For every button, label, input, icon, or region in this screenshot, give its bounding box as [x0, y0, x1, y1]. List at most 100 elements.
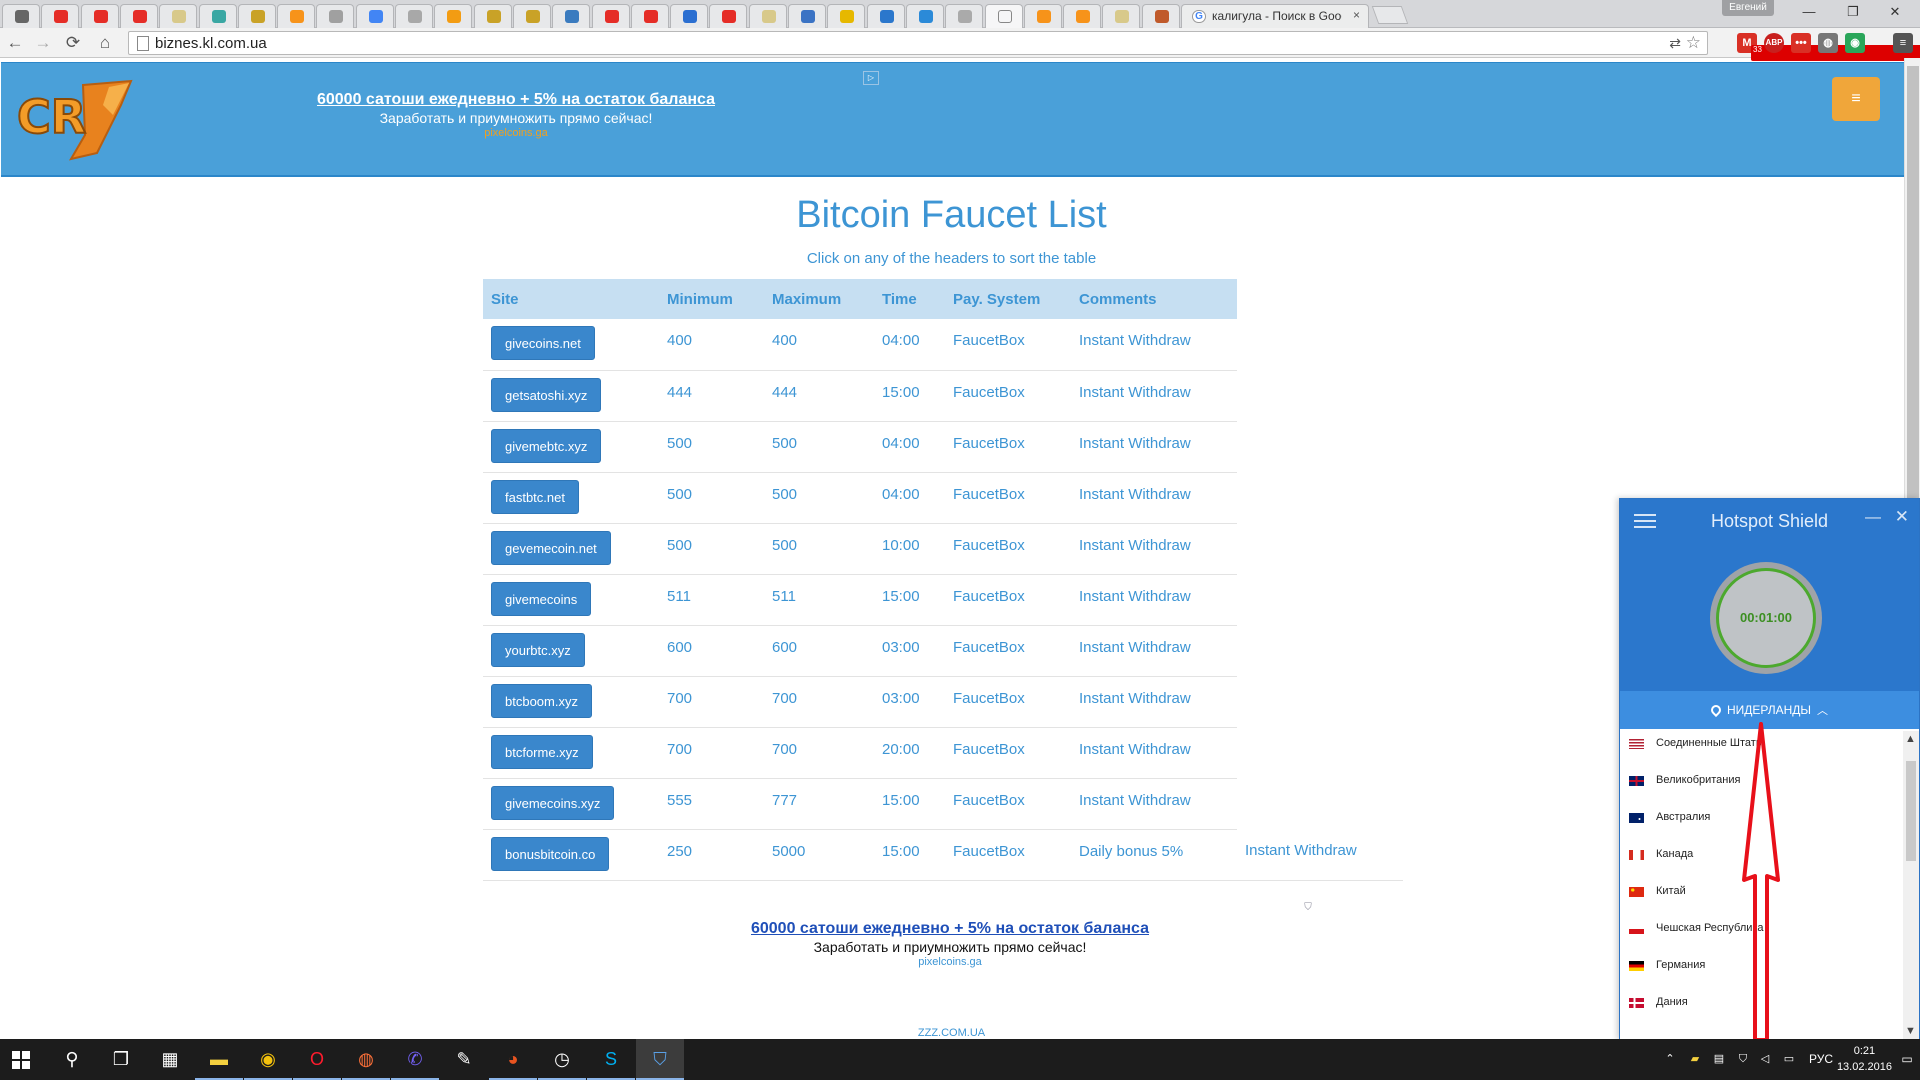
site-link-button[interactable]: bonusbitcoin.co: [491, 836, 610, 871]
start-button[interactable]: [12, 1051, 30, 1069]
browser-tab[interactable]: [984, 4, 1023, 28]
site-link-button[interactable]: getsatoshi.xyz: [491, 377, 602, 412]
reload-button[interactable]: ⟳: [62, 32, 84, 54]
browser-tab[interactable]: [670, 4, 709, 28]
browser-tab[interactable]: [591, 4, 630, 28]
url-text[interactable]: biznes.kl.com.ua: [155, 35, 267, 52]
tab-close-icon[interactable]: ×: [1353, 8, 1360, 22]
tray-folder-icon[interactable]: ▰: [1686, 1039, 1704, 1080]
column-header-time[interactable]: Time: [874, 279, 945, 319]
site-link-button[interactable]: fastbtc.net: [491, 479, 579, 514]
site-link-button[interactable]: yourbtc.xyz: [491, 632, 585, 667]
browser-tab[interactable]: [41, 4, 80, 28]
browser-tab[interactable]: [552, 4, 591, 28]
site-link-button[interactable]: givemecoins: [491, 581, 592, 616]
browser-tab[interactable]: [159, 4, 198, 28]
browser-tab[interactable]: [905, 4, 944, 28]
bottom-ad-link[interactable]: 60000 сатоши ежедневно + 5% на остаток б…: [700, 920, 1200, 938]
taskbar-clock[interactable]: 0:21 13.02.2016: [1837, 1043, 1892, 1075]
site-logo[interactable]: CR: [13, 75, 139, 165]
translate-icon[interactable]: ⇄: [1669, 35, 1681, 52]
column-header-minimum[interactable]: Minimum: [659, 279, 764, 319]
hotspot-shield-close-button[interactable]: ✕: [1895, 507, 1909, 527]
browser-tab[interactable]: [355, 4, 394, 28]
site-link-button[interactable]: givemebtc.xyz: [491, 428, 602, 463]
browser-tab[interactable]: [395, 4, 433, 28]
browser-tab-google-search[interactable]: Gкалигула - Поиск в Googl ×: [1181, 4, 1369, 28]
address-bar[interactable]: biznes.kl.com.ua ⇄ ☆: [128, 31, 1708, 55]
hotspot-shield-minimize-button[interactable]: —: [1865, 509, 1881, 527]
firefox-taskbar-icon[interactable]: ◍: [342, 1039, 390, 1080]
browser-tab[interactable]: [473, 4, 512, 28]
browser-tab[interactable]: [866, 4, 905, 28]
notifications-icon[interactable]: ▭: [1898, 1039, 1916, 1080]
opera-taskbar-icon[interactable]: O: [293, 1039, 341, 1080]
browser-tab[interactable]: [1023, 4, 1062, 28]
tray-volume-icon[interactable]: ◁: [1756, 1039, 1774, 1080]
home-button[interactable]: ⌂: [94, 32, 116, 54]
color-app-taskbar-icon[interactable]: ◕: [489, 1039, 537, 1080]
browser-tab[interactable]: [198, 4, 237, 28]
header-ad-link[interactable]: 60000 сатоши ежедневно + 5% на остаток б…: [301, 91, 731, 109]
user-profile-badge[interactable]: Евгений: [1722, 0, 1774, 16]
browser-tab[interactable]: [945, 4, 984, 28]
viber-taskbar-icon[interactable]: ✆: [391, 1039, 439, 1080]
explorer-taskbar-icon[interactable]: ▬: [195, 1039, 243, 1080]
extension-icon[interactable]: ≡: [1893, 33, 1913, 53]
connection-timer-ring[interactable]: 00:01:00: [1710, 562, 1822, 674]
browser-tab[interactable]: [709, 4, 748, 28]
country-list-scrollbar[interactable]: ▲ ▼: [1903, 731, 1919, 1039]
back-button[interactable]: ←: [4, 32, 26, 54]
forward-button[interactable]: →: [32, 32, 54, 54]
extension-icon[interactable]: ABP: [1764, 33, 1784, 53]
page-scrollbar-thumb[interactable]: [1907, 66, 1919, 526]
calculator-taskbar-icon[interactable]: ▦: [146, 1039, 194, 1080]
site-link-button[interactable]: btcboom.xyz: [491, 683, 592, 718]
browser-tab[interactable]: [788, 4, 826, 28]
hotspot-shield-taskbar-icon[interactable]: ⛉: [636, 1039, 684, 1080]
column-header-maximum[interactable]: Maximum: [764, 279, 874, 319]
browser-tab[interactable]: [827, 4, 866, 28]
extension-icon[interactable]: ◍: [1818, 33, 1838, 53]
new-tab-button[interactable]: [1371, 6, 1409, 24]
paint-taskbar-icon[interactable]: ✎: [440, 1039, 488, 1080]
extension-icon[interactable]: ◉: [1845, 33, 1865, 53]
browser-tab[interactable]: [119, 4, 158, 28]
bottom-ad-domain[interactable]: pixelcoins.ga: [700, 956, 1200, 968]
bookmark-star-icon[interactable]: ☆: [1686, 33, 1701, 53]
site-link-button[interactable]: gevemecoin.net: [491, 530, 611, 565]
header-ad-domain[interactable]: pixelcoins.ga: [301, 127, 731, 139]
extension-icon[interactable]: •••: [1791, 33, 1811, 53]
scroll-up-arrow[interactable]: ▲: [1905, 733, 1916, 745]
column-header-comments[interactable]: Comments: [1071, 279, 1237, 319]
country-list-scroll-thumb[interactable]: [1906, 761, 1916, 861]
browser-tab[interactable]: [1063, 4, 1102, 28]
browser-tab[interactable]: [316, 4, 355, 28]
column-header-site[interactable]: Site: [483, 279, 659, 319]
tray-language[interactable]: РУС: [1804, 1039, 1838, 1080]
browser-tab[interactable]: [1102, 4, 1141, 28]
window-close-button[interactable]: ✕: [1874, 2, 1916, 22]
tray-overflow-icon[interactable]: ⌃: [1660, 1039, 1680, 1080]
window-minimize-button[interactable]: —: [1788, 2, 1830, 22]
clock-app-taskbar-icon[interactable]: ◷: [538, 1039, 586, 1080]
browser-tab[interactable]: [237, 4, 276, 28]
browser-tab[interactable]: [630, 4, 669, 28]
scroll-down-arrow[interactable]: ▼: [1905, 1025, 1916, 1037]
tray-network-icon[interactable]: ▤: [1710, 1039, 1728, 1080]
tray-shield-icon[interactable]: ⛉: [1734, 1039, 1752, 1080]
browser-tab[interactable]: [434, 4, 473, 28]
site-link-button[interactable]: givecoins.net: [491, 326, 595, 360]
tray-display-icon[interactable]: ▭: [1780, 1039, 1798, 1080]
site-link-button[interactable]: btcforme.xyz: [491, 734, 593, 769]
menu-button[interactable]: ≡: [1832, 77, 1880, 121]
chrome-taskbar-icon[interactable]: ◉: [244, 1039, 292, 1080]
column-header-pay-system[interactable]: Pay. System: [945, 279, 1071, 319]
task-view-taskbar-icon[interactable]: ❐: [97, 1039, 145, 1080]
browser-tab[interactable]: [80, 4, 119, 28]
browser-tab[interactable]: [512, 4, 551, 28]
site-link-button[interactable]: givemecoins.xyz: [491, 785, 615, 820]
ad-choices-icon[interactable]: ▷: [863, 71, 879, 85]
browser-tab[interactable]: [748, 4, 787, 28]
window-maximize-button[interactable]: ❐: [1832, 2, 1874, 22]
